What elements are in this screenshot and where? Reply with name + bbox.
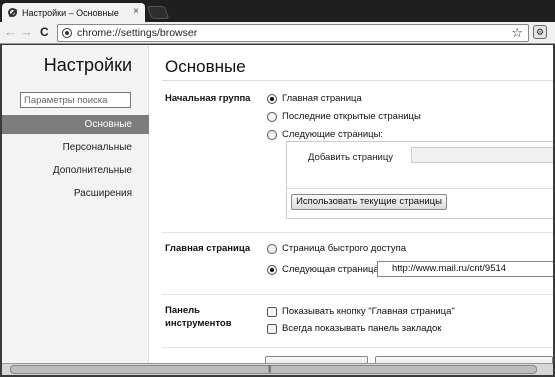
homepage-following-label[interactable]: Следующая страница: [282, 264, 381, 275]
toolbar-section-label-2: инструментов [165, 318, 232, 329]
forward-icon[interactable]: → [20, 25, 33, 39]
startup-homepage-radio[interactable] [267, 94, 277, 104]
back-icon[interactable]: ← [4, 25, 17, 39]
horizontal-scrollbar[interactable]: ||| [2, 363, 553, 375]
partial-button-2[interactable] [375, 356, 553, 363]
settings-page: Настройки Основные Персональные Дополнит… [2, 45, 553, 363]
homepage-label: Главная страница [165, 243, 251, 254]
sidebar-item-advanced[interactable]: Дополнительные [2, 161, 149, 180]
add-page-label: Добавить страницу [308, 152, 394, 163]
sidebar-item-basics[interactable]: Основные [2, 115, 149, 134]
new-tab-button[interactable] [146, 6, 170, 19]
close-tab-icon[interactable]: × [133, 6, 139, 18]
partial-button-1[interactable] [265, 356, 368, 363]
page-title: Основные [165, 57, 246, 76]
browser-toolbar: ← → C chrome://settings/browser ☆ ⚙ [0, 22, 555, 44]
sidebar-item-extensions[interactable]: Расширения [2, 184, 149, 203]
tab-strip: Настройки – Основные × [0, 0, 555, 22]
show-home-button-checkbox[interactable] [267, 307, 277, 317]
address-bar[interactable]: chrome://settings/browser ☆ [57, 24, 529, 42]
add-page-input[interactable] [411, 147, 553, 163]
startup-last-pages-label[interactable]: Последние открытые страницы [282, 111, 421, 122]
page-icon [62, 28, 72, 38]
sidebar-item-personal[interactable]: Персональные [2, 138, 149, 157]
section-divider [162, 347, 553, 348]
star-icon[interactable]: ☆ [511, 25, 523, 41]
search-input[interactable] [20, 92, 131, 108]
homepage-quick-access-label[interactable]: Страница быстрого доступа [282, 243, 406, 254]
homepage-following-radio[interactable] [267, 265, 277, 275]
startup-following-label[interactable]: Следующие страницы: [282, 129, 383, 140]
reload-icon[interactable]: C [40, 25, 49, 39]
menu-icon[interactable]: ⚙ [533, 25, 547, 39]
tab-title: Настройки – Основные [22, 7, 119, 18]
homepage-url-input[interactable]: http://www.mail.ru/cnt/9514 [377, 261, 553, 277]
homepage-quick-access-radio[interactable] [267, 244, 277, 254]
browser-window: Настройки – Основные × ← → C chrome://se… [0, 0, 555, 377]
startup-label: Начальная группа [165, 93, 251, 104]
tab-settings[interactable]: Настройки – Основные × [2, 3, 145, 22]
startup-pages-box: Добавить страницу Использовать текущие с… [286, 141, 553, 219]
scrollbar-grip: ||| [268, 366, 272, 373]
startup-following-radio[interactable] [267, 130, 277, 140]
sidebar-title: Настройки [43, 55, 132, 75]
section-divider [162, 294, 553, 295]
sidebar: Настройки Основные Персональные Дополнит… [2, 45, 149, 363]
address-url[interactable]: chrome://settings/browser [77, 27, 197, 39]
show-home-button-label[interactable]: Показывать кнопку "Главная страница" [282, 306, 455, 317]
startup-last-pages-radio[interactable] [267, 112, 277, 122]
main-panel: Основные Начальная группа Главная страни… [150, 45, 553, 363]
show-bookmarks-bar-checkbox[interactable] [267, 324, 277, 334]
use-current-pages-button[interactable]: Использовать текущие страницы [291, 194, 447, 210]
toolbar-section-label-1: Панель [165, 305, 201, 316]
show-bookmarks-bar-label[interactable]: Всегда показывать панель закладок [282, 323, 441, 334]
scrollbar-thumb[interactable]: ||| [10, 365, 537, 374]
title-divider [162, 80, 553, 81]
box-divider [287, 188, 553, 189]
section-divider [162, 232, 553, 233]
wrench-icon [8, 7, 18, 18]
startup-homepage-label[interactable]: Главная страница [282, 93, 362, 104]
